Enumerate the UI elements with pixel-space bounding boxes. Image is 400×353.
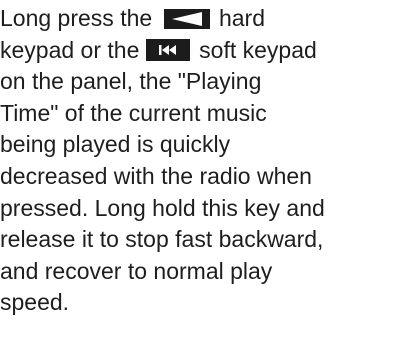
text-line: decreased with the radio when [0, 162, 312, 189]
text-segment: hard [212, 5, 265, 31]
text-line: on the panel, the "Playing [0, 68, 262, 95]
text-line: pressed. Long hold this key and [0, 194, 325, 221]
text-line: Long press the hard [0, 3, 398, 35]
text-line: being played is quickly [0, 131, 231, 158]
text-line: Time" of the current music [0, 99, 267, 126]
text-line: speed. [0, 289, 70, 316]
skip-back-key-icon [145, 38, 190, 61]
text-segment: Long press the [0, 5, 159, 31]
text-line: release it to stop fast backward, [0, 226, 324, 253]
text-line: and recover to normal play [0, 257, 273, 284]
left-triangle-key-icon [163, 9, 210, 29]
text-segment: soft keypad [192, 36, 317, 63]
instruction-paragraph: Long press the hard keypad or the soft k… [0, 3, 398, 319]
text-segment: keypad or the [0, 36, 146, 63]
text-line: keypad or the soft keypad [0, 35, 398, 67]
